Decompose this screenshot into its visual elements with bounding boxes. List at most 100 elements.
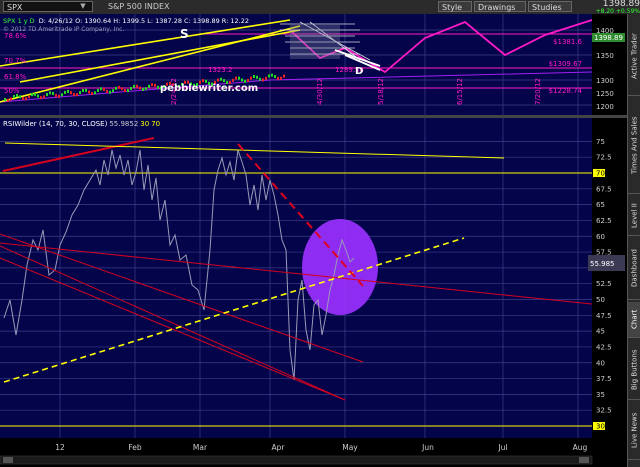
symbol-text: SPX: [7, 3, 23, 12]
candle: [34, 92, 36, 96]
marker-s: S: [180, 27, 189, 41]
rsi-tick: 75: [596, 138, 605, 146]
level-label: $1228.74: [549, 87, 583, 95]
rsi-study-label: RSIWilder (14, 70, 30, CLOSE) 55.9852 30 70: [3, 120, 160, 128]
tab-dashboard[interactable]: Dashboard: [628, 238, 640, 300]
drawings-button[interactable]: Drawings: [474, 1, 526, 12]
candle: [82, 88, 84, 92]
price-tick: 1200: [596, 103, 614, 111]
tab-level-ii[interactable]: Level II: [628, 196, 640, 236]
rsi-os-label: 70: [151, 120, 160, 128]
rsi-tick: 67.5: [596, 185, 612, 193]
candle: [67, 89, 69, 93]
date-label: 5/18/12: [377, 78, 385, 105]
candle: [253, 75, 255, 79]
candle: [52, 91, 54, 95]
rsi-ob-label: 30: [140, 120, 149, 128]
date-label: 4/30/12: [316, 78, 324, 105]
candle: [223, 79, 225, 83]
candle: [259, 77, 261, 81]
candle: [274, 75, 276, 79]
candle: [61, 93, 63, 97]
candle: [256, 75, 258, 79]
candle: [37, 94, 39, 98]
x-label: Jun: [421, 443, 434, 452]
symbol-dropdown-icon[interactable]: ▼: [76, 1, 90, 12]
studies-button[interactable]: Studies: [528, 1, 572, 12]
tab-label: Level II: [630, 203, 639, 228]
candle: [118, 85, 120, 89]
rsi-tick: 35: [596, 391, 605, 399]
candle: [280, 76, 282, 80]
rsi-study-value: 55.9852: [109, 120, 138, 128]
candle: [241, 78, 243, 82]
rsi-tick: 32.5: [596, 407, 612, 415]
tab-live-news[interactable]: Live News: [628, 402, 640, 460]
tab-label: Chart: [630, 309, 639, 330]
rsi-tick: 72.5: [596, 154, 612, 162]
candle: [103, 87, 105, 91]
candle: [145, 87, 147, 91]
candle: [22, 97, 24, 101]
scroll-left-icon[interactable]: [3, 457, 13, 463]
x-label: Mar: [193, 443, 208, 452]
tab-label: Times And Sales: [630, 116, 639, 175]
date-label: 6/15/12: [456, 78, 464, 105]
candle: [112, 89, 114, 93]
candle: [70, 91, 72, 95]
candle: [124, 89, 126, 93]
rsi-current-text: 55.985: [590, 260, 615, 268]
copyright: © 2012 TD Ameritrade IP Company, Inc.: [3, 26, 124, 33]
price-header-symbol: SPX 1 y D: [3, 17, 35, 25]
x-label: May: [342, 443, 358, 452]
chart-area[interactable]: 78.6% 70.7% 61.8% 50% 2/24/12 4/30/12 5/…: [0, 14, 627, 467]
tab-active-trader[interactable]: Active Trader: [628, 18, 640, 96]
tab-chart[interactable]: Chart: [628, 302, 640, 338]
candle: [31, 93, 33, 97]
candle: [58, 94, 60, 98]
price-tick: 1300: [596, 77, 614, 85]
candle: [142, 87, 144, 91]
candle: [19, 95, 21, 99]
candle: [136, 84, 138, 88]
scroll-right-icon[interactable]: [579, 457, 589, 463]
rsi-tick: 45: [596, 328, 605, 336]
candle: [28, 95, 30, 99]
tab-big-buttons[interactable]: Big Buttons: [628, 340, 640, 400]
candle: [139, 86, 141, 90]
horizontal-scrollbar[interactable]: [0, 455, 593, 465]
candle: [7, 98, 9, 102]
candle: [262, 78, 264, 82]
tab-times-and-sales[interactable]: Times And Sales: [628, 98, 640, 194]
candle: [133, 84, 135, 88]
style-button[interactable]: Style: [438, 1, 472, 12]
rsi-tick: 70: [596, 170, 605, 178]
candle: [277, 76, 279, 80]
rsi-tick: 60: [596, 233, 605, 241]
drawings-label: Drawings: [478, 3, 516, 12]
fib-label: 61.8%: [4, 73, 27, 81]
candle: [91, 92, 93, 96]
studies-label: Studies: [532, 3, 562, 12]
x-label: Feb: [128, 443, 142, 452]
candle: [232, 78, 234, 82]
tab-label: Dashboard: [630, 249, 639, 288]
x-label: Jul: [497, 443, 507, 452]
x-label: Aug: [573, 443, 588, 452]
side-tab-strip: Active Trader Times And Sales Level II D…: [627, 14, 640, 467]
level-label: $1381.6: [553, 38, 582, 46]
tab-label: Live News: [630, 412, 639, 449]
candle: [115, 86, 117, 90]
rsi-tick: 50: [596, 296, 605, 304]
candle: [4, 97, 6, 101]
candle: [46, 93, 48, 97]
candle: [49, 91, 51, 95]
rsi-study-name: RSIWilder (14, 70, 30, CLOSE): [3, 120, 108, 128]
candle: [247, 78, 249, 82]
panel-divider[interactable]: [0, 115, 627, 118]
company-name: S&P 500 INDEX: [108, 2, 170, 11]
candle: [40, 96, 42, 100]
rsi-tick: 40: [596, 359, 605, 367]
candle: [238, 76, 240, 80]
level-text: 1323.2: [208, 66, 233, 74]
